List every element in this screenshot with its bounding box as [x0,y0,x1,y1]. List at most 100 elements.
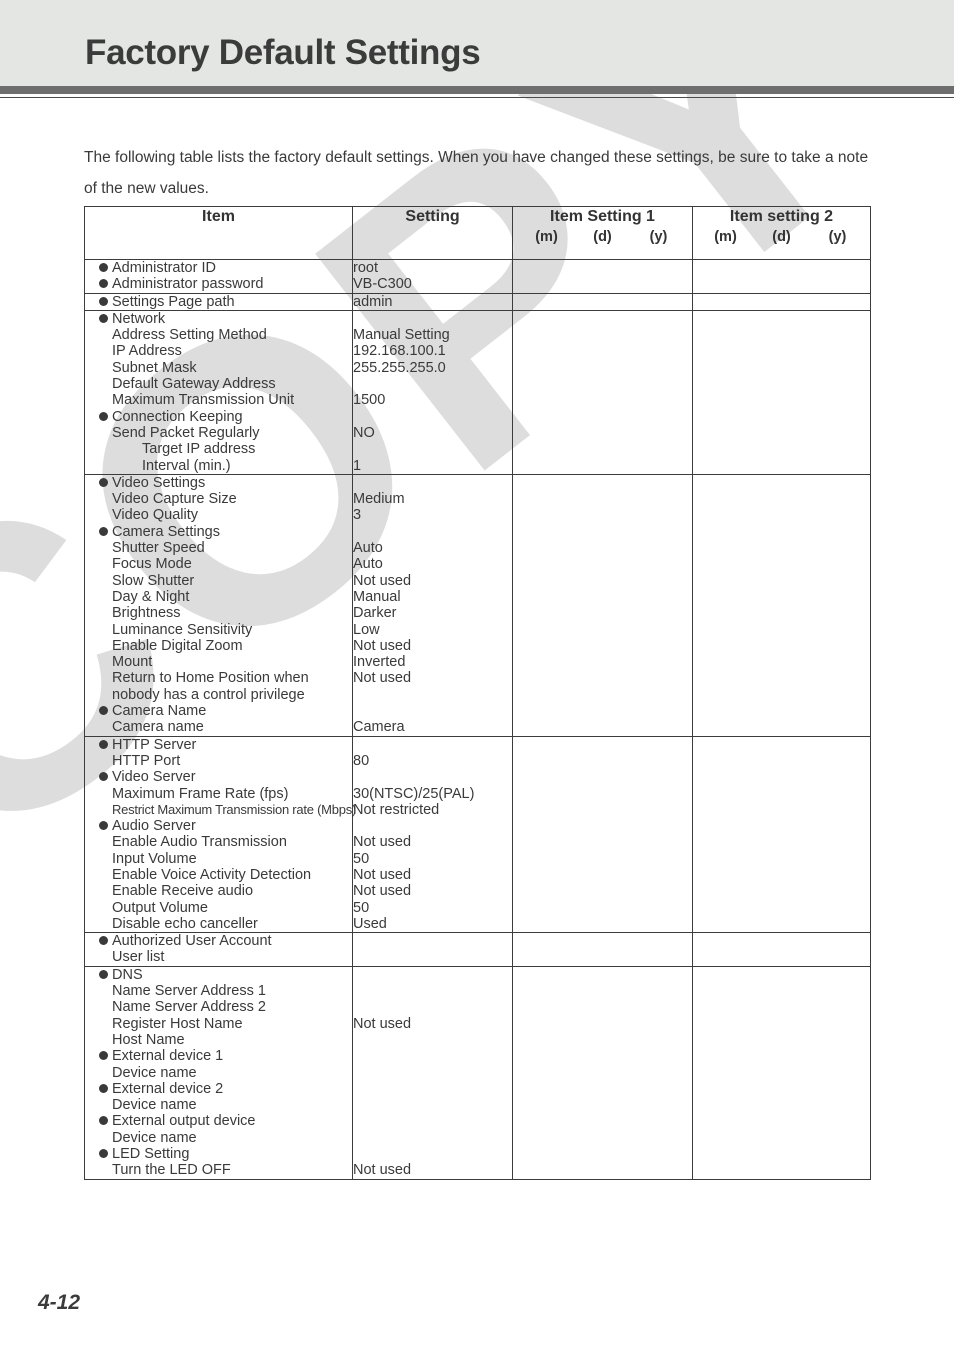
setting-value: Manual Setting [353,327,450,344]
cell-item-setting-2-settings-page-path[interactable] [692,292,871,311]
item-sub-label: Return to Home Position when [112,670,309,687]
setting-value-empty [353,703,512,719]
cell-item-setting-2-administrator[interactable] [692,259,871,294]
page-title: Factory Default Settings [85,33,481,72]
table-row: Administrator ID Administrator password ro… [84,259,871,294]
header-accent-bar [0,86,954,94]
item-group-label: HTTP Server [85,737,352,753]
bullet-icon [99,969,108,979]
item-sub-label: Name Server Address 1 [112,983,266,1000]
item-group-label: Settings Page path [85,294,352,310]
setting-value-empty [353,1130,512,1146]
table-row: HTTP Server HTTP Port Video Server Maximum … [84,735,871,934]
cell-item-setting-1-video-camera[interactable] [512,473,693,737]
setting-value-empty [353,1113,512,1129]
cell-item-setting-2-video-camera[interactable] [692,473,871,737]
setting-value: Camera [353,719,405,736]
cell-item-setting-2-servers[interactable] [692,735,871,934]
cell-item-setting-1-authorized-user-account[interactable] [512,932,693,967]
cell-item-setting-1-settings-page-path[interactable] [512,292,693,311]
item-sub-label: Device name [112,1097,197,1114]
setting-value: 30(NTSC)/25(PAL) [353,785,475,802]
setting-value: NO [353,424,375,441]
item-label-text: Connection Keeping [112,408,243,425]
factory-default-settings-table: Item Setting Item Setting 1 (m) (d) (y) It… [84,206,871,1180]
header-rule [0,97,954,98]
item-group-label: Administrator password [85,276,352,292]
setting-value-empty [353,737,512,753]
s1-month-label: (m) [535,229,558,245]
cell-setting-authorized-user-account [352,932,513,967]
item-group-label: Authorized User Account [85,933,352,949]
cell-item-dns-devices: DNS Name Server Address 1 Name Server Addr… [84,965,353,1180]
setting-value: Not used [353,572,412,589]
cell-item-authorized-user-account: Authorized User Account User list [84,932,353,967]
item-sub-label: Default Gateway Address [112,376,276,393]
item-label-text: External output device [112,1113,256,1130]
bullet-icon [99,1083,108,1093]
cell-setting-dns-devices: Not used Not used [352,965,513,1180]
bullet-icon [99,477,108,487]
col-header-setting: Setting [352,206,513,260]
page-number: 4-12 [38,1291,81,1314]
setting-value: Auto [353,540,383,557]
item-sub-label: Maximum Transmission Unit [112,392,295,409]
bullet-icon [99,706,108,716]
item-group-label: DNS [85,967,352,983]
s1-day-label: (d) [593,229,612,245]
item-sub-label: Maximum Frame Rate (fps) [112,785,289,802]
setting-value: Not used [353,637,412,654]
setting-value-empty [353,1146,512,1162]
setting-value: Not used [353,883,412,900]
setting-value: Manual [353,588,401,605]
item-sub-label: Focus Mode [112,556,192,573]
item-sub-label: Host Name [112,1031,185,1048]
setting-value-empty [353,1048,512,1064]
table-row: Authorized User Account User list [84,932,871,967]
item-label-text: Administrator password [112,276,264,293]
setting-value: Used [353,915,387,932]
cell-item-setting-1-dns-devices[interactable] [512,965,693,1180]
setting-value-empty [353,311,512,327]
item-group-label: Connection Keeping [85,409,352,425]
table-row: Video Settings Video Capture Size Video Qu… [84,473,871,737]
cell-item-setting-1-network[interactable] [512,309,693,475]
cell-item-administrator: Administrator ID Administrator password [84,259,353,294]
item-label-text: Camera Settings [112,523,220,540]
item-label-text: External device 1 [112,1048,224,1065]
setting-value: 3 [353,507,362,524]
item-label-text: Camera Name [112,703,207,720]
item-sub-label: Enable Receive audio [112,883,254,900]
setting-value: Not used [353,834,412,851]
cell-item-settings-page-path: Settings Page path [84,292,353,311]
item-sub-label: Brightness [112,605,181,622]
cell-item-setting-1-administrator[interactable] [512,259,693,294]
cell-item-setting-2-network[interactable] [692,309,871,475]
item-label-text: Administrator ID [112,260,216,276]
setting-value: Not used [353,670,412,687]
setting-value: 80 [353,752,370,769]
item-label-text: External device 2 [112,1080,224,1097]
bullet-icon [99,821,108,831]
item-group-label: External output device [85,1113,352,1129]
item-label-text: Video Server [112,769,196,786]
item-label-text: Network [112,310,166,327]
setting-value-empty [353,1032,512,1048]
cell-item-setting-1-servers[interactable] [512,735,693,934]
item-sub-label: Mount [112,654,153,671]
cell-item-servers: HTTP Server HTTP Port Video Server Maximum … [84,735,356,934]
cell-item-setting-2-dns-devices[interactable] [692,965,871,1180]
item-sub-label: Day & Night [112,588,190,605]
item-sub-label: Name Server Address 2 [112,999,266,1016]
item-sub-label: Device name [112,1064,197,1081]
item-label-text: Authorized User Account [112,933,272,950]
setting-value-empty [353,475,512,491]
cell-item-setting-2-authorized-user-account[interactable] [692,932,871,967]
setting-value: Darker [353,605,397,622]
item-sub-label: Video Quality [112,507,198,524]
cell-setting-administrator: root VB-C300 [352,259,513,294]
setting-value: Not restricted [353,801,440,818]
setting-value: Not used [353,1162,412,1179]
setting-value: 50 [353,899,370,916]
item-label-text: HTTP Server [112,736,197,753]
